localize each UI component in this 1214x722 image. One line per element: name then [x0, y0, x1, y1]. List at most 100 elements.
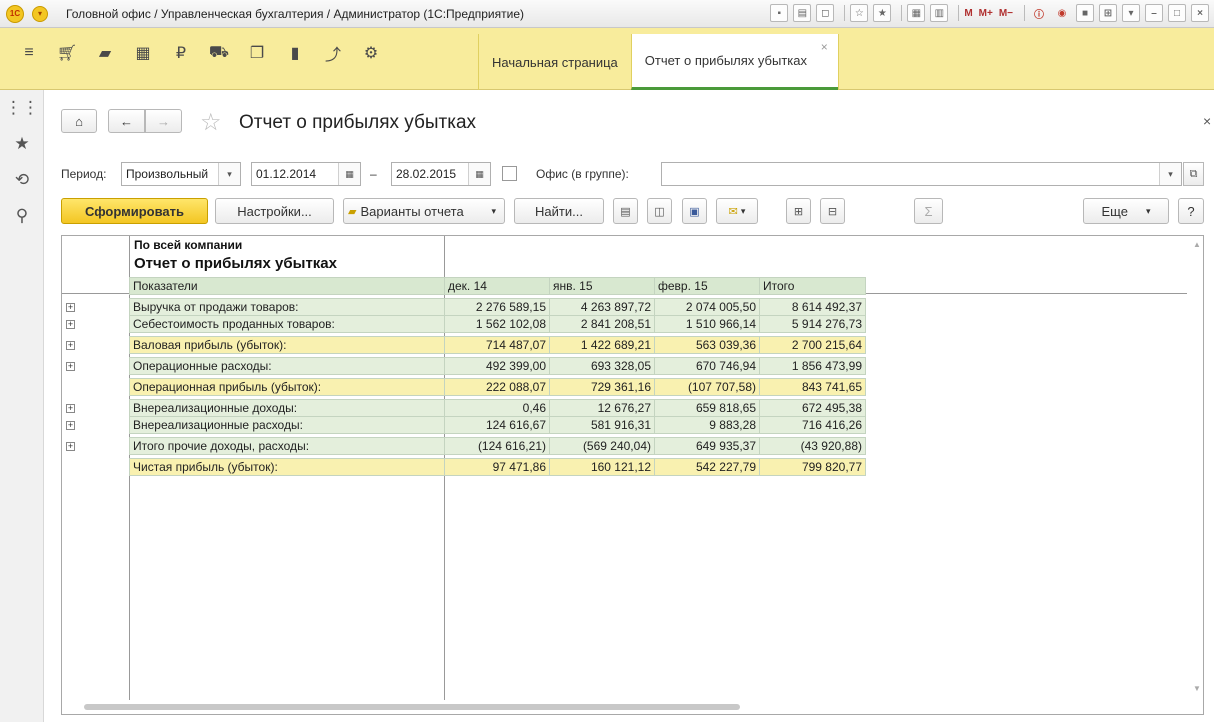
- grid-menu-icon[interactable]: ⋮⋮: [0, 90, 44, 126]
- scrollbar-thumb[interactable]: [84, 704, 740, 710]
- table-row[interactable]: Выручка от продажи товаров: 2 276 589,15…: [129, 298, 866, 316]
- scroll-up-icon[interactable]: ▲: [1193, 240, 1201, 249]
- maximize-icon[interactable]: □: [1168, 4, 1186, 22]
- table-row[interactable]: Себестоимость проданных товаров: 1 562 1…: [129, 315, 866, 333]
- row-value: 124 616,67: [444, 416, 550, 434]
- calendar-icon[interactable]: ▦: [468, 163, 490, 185]
- row-value: 1 856 473,99: [759, 357, 866, 375]
- sum-button[interactable]: Σ: [914, 198, 943, 224]
- report-document[interactable]: По всей компании Отчет о прибылях убытка…: [61, 235, 1204, 715]
- expand-row-icon[interactable]: +: [66, 404, 75, 413]
- menu-icon[interactable]: ≡: [10, 40, 48, 66]
- favorite-add-icon[interactable]: ☆: [850, 4, 869, 22]
- expand-row-icon[interactable]: +: [66, 442, 75, 451]
- horizontal-scrollbar[interactable]: [76, 703, 1186, 711]
- minimize-icon[interactable]: –: [1145, 4, 1163, 22]
- row-value: 1 562 102,08: [444, 315, 550, 333]
- info-icon[interactable]: ⓘ: [1030, 4, 1048, 22]
- calculator-icon[interactable]: ▦: [907, 4, 926, 22]
- save-icon[interactable]: ▪: [770, 4, 789, 22]
- calendar-icon[interactable]: ▦: [338, 163, 360, 185]
- date-to-value: 28.02.2015: [396, 167, 457, 181]
- favorites-icon[interactable]: ★: [873, 4, 892, 22]
- table-row[interactable]: Внереализационные расходы: 124 616,67 58…: [129, 416, 866, 434]
- row-value: 1 510 966,14: [654, 315, 760, 333]
- forward-button[interactable]: →: [145, 109, 182, 133]
- table-row[interactable]: Операционные расходы: 492 399,00 693 328…: [129, 357, 866, 375]
- print-button[interactable]: ▤: [613, 198, 638, 224]
- settings-button[interactable]: Настройки...: [215, 198, 334, 224]
- table-row[interactable]: Операционная прибыль (убыток): 222 088,0…: [129, 378, 866, 396]
- save-button[interactable]: ▣: [682, 198, 707, 224]
- find-button[interactable]: Найти...: [514, 198, 604, 224]
- expand-groups-button[interactable]: ⊞: [786, 198, 811, 224]
- row-value: (569 240,04): [549, 437, 655, 455]
- stop-icon[interactable]: ■: [1076, 4, 1094, 22]
- tab-profit-report[interactable]: Отчет о прибылях убытках ×: [630, 34, 838, 90]
- date-to-field[interactable]: 28.02.2015 ▦: [391, 162, 491, 186]
- scroll-down-icon[interactable]: ▼: [1193, 684, 1201, 693]
- office-field[interactable]: ▾: [661, 162, 1182, 186]
- gear-icon[interactable]: ⚙: [352, 40, 390, 66]
- open-office-button[interactable]: ⧉: [1183, 162, 1204, 186]
- history-icon[interactable]: ⟲: [0, 162, 44, 198]
- record-icon[interactable]: ◉: [1053, 4, 1071, 22]
- documents-icon[interactable]: ❐: [238, 40, 276, 66]
- table-row[interactable]: Итого прочие доходы, расходы: (124 616,2…: [129, 437, 866, 455]
- expand-row-icon[interactable]: +: [66, 303, 75, 312]
- tab-label: Отчет о прибылях убытках: [644, 53, 807, 68]
- search-icon[interactable]: ⚲: [0, 198, 44, 234]
- chevron-down-icon[interactable]: ▾: [1159, 163, 1181, 185]
- expand-row-icon[interactable]: +: [66, 341, 75, 350]
- office-checkbox[interactable]: [502, 166, 517, 181]
- send-button[interactable]: ✉ ▾: [716, 198, 758, 224]
- expand-row-icon[interactable]: +: [66, 320, 75, 329]
- back-button[interactable]: ←: [108, 109, 145, 133]
- page-title: Отчет о прибылях убытках: [239, 112, 477, 133]
- expand-row-icon[interactable]: +: [66, 421, 75, 430]
- print-icon[interactable]: ▤: [793, 4, 812, 22]
- bag-icon[interactable]: ▰: [86, 40, 124, 66]
- close-tab-icon[interactable]: ×: [821, 40, 828, 54]
- chevron-down-icon[interactable]: ▾: [218, 163, 240, 185]
- memory-minus-button[interactable]: M−: [999, 4, 1013, 22]
- collapse-groups-button[interactable]: ⊟: [820, 198, 845, 224]
- date-from-field[interactable]: 01.12.2014 ▦: [251, 162, 361, 186]
- period-select[interactable]: Произвольный ▾: [121, 162, 241, 186]
- help-button[interactable]: ?: [1178, 198, 1204, 224]
- truck-icon[interactable]: ⛟: [200, 40, 238, 66]
- row-name: Операционные расходы:: [129, 357, 445, 375]
- memory-button[interactable]: M: [964, 4, 972, 22]
- trend-icon[interactable]: ⤴: [314, 40, 352, 66]
- cart-icon[interactable]: 🛒︎: [48, 40, 86, 66]
- tab-start-page[interactable]: Начальная страница: [478, 34, 631, 90]
- zoom-icon[interactable]: ⊞: [1099, 4, 1117, 22]
- favorites-star-icon[interactable]: ★: [0, 126, 44, 162]
- row-name: Операционная прибыль (убыток):: [129, 378, 445, 396]
- calendar-icon[interactable]: ▥: [930, 4, 949, 22]
- ruble-icon[interactable]: ₽: [162, 40, 200, 66]
- table-row[interactable]: Валовая прибыль (убыток): 714 487,07 1 4…: [129, 336, 866, 354]
- table-row[interactable]: Внереализационные доходы: 0,46 12 676,27…: [129, 399, 866, 417]
- more-button[interactable]: Еще ▾: [1083, 198, 1169, 224]
- close-form-icon[interactable]: ×: [1203, 113, 1211, 129]
- dropdown-icon[interactable]: ▾: [1122, 4, 1140, 22]
- variants-button[interactable]: ▰ Варианты отчета ▾: [343, 198, 505, 224]
- close-window-icon[interactable]: ×: [1191, 4, 1209, 22]
- main-menu-icon[interactable]: ▾: [32, 5, 48, 22]
- generate-button[interactable]: Сформировать: [61, 198, 208, 224]
- column-header: дек. 14: [444, 277, 550, 295]
- memory-plus-button[interactable]: M+: [979, 4, 993, 22]
- preview-icon[interactable]: ◻: [816, 4, 835, 22]
- expand-row-icon[interactable]: +: [66, 362, 75, 371]
- bar-chart-icon[interactable]: ▮: [276, 40, 314, 66]
- row-value: 4 263 897,72: [549, 298, 655, 316]
- table-row[interactable]: Чистая прибыль (убыток): 97 471,86 160 1…: [129, 458, 866, 476]
- row-value: 799 820,77: [759, 458, 866, 476]
- favorite-star-icon[interactable]: ☆: [200, 108, 222, 137]
- preview-button[interactable]: ◫: [647, 198, 672, 224]
- home-button[interactable]: ⌂: [61, 109, 97, 133]
- row-value: 729 361,16: [549, 378, 655, 396]
- warehouse-icon[interactable]: ▦: [124, 40, 162, 66]
- column-header: Показатели: [129, 277, 445, 295]
